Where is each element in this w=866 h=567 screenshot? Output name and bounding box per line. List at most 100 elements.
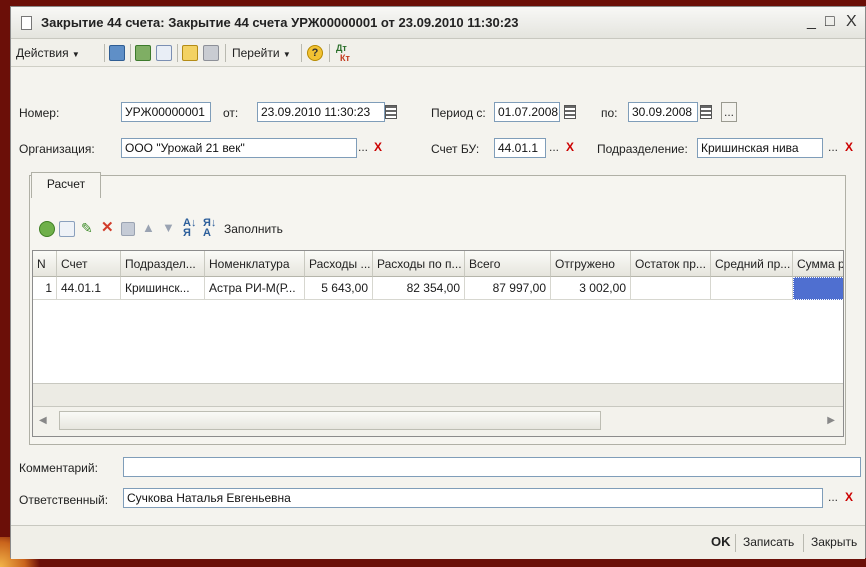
column-header-subdivision[interactable]: Подраздел... — [121, 251, 205, 277]
responsible-clear-button[interactable]: X — [841, 488, 857, 508]
close-button[interactable]: Закрыть — [811, 534, 857, 550]
column-header-account[interactable]: Счет — [57, 251, 121, 277]
goto-label: Перейти — [232, 46, 280, 60]
scroll-left-icon[interactable]: ◀ — [39, 415, 47, 426]
button-separator — [735, 534, 736, 552]
calculation-table: N Счет Подраздел... Номенклатура Расходы… — [32, 250, 844, 437]
column-header-n[interactable]: N — [33, 251, 57, 277]
period-from-field[interactable]: 01.07.2008 — [494, 102, 560, 122]
horizontal-scrollbar[interactable]: ◀ ▶ — [33, 407, 843, 436]
account-clear-button[interactable]: X — [562, 138, 578, 158]
subdivision-clear-button[interactable]: X — [841, 138, 857, 158]
actions-menu[interactable]: Действия ▼ — [16, 45, 80, 61]
cell-n[interactable]: 1 — [33, 277, 57, 300]
add-row-icon[interactable] — [39, 221, 55, 237]
save-button[interactable]: Записать — [743, 534, 794, 550]
subdivision-select-button[interactable]: ... — [825, 138, 841, 158]
column-header-remainder[interactable]: Остаток пр... — [631, 251, 711, 277]
move-down-icon[interactable]: ▼ — [162, 220, 175, 236]
delete-row-icon[interactable]: ✕ — [101, 220, 114, 236]
document-icon — [21, 16, 32, 30]
button-separator — [803, 534, 804, 552]
post-and-close-icon[interactable] — [109, 45, 125, 61]
cell-subdivision[interactable]: Кришинск... — [121, 277, 205, 300]
column-header-sum[interactable]: Сумма р... — [793, 251, 843, 277]
calendar-icon[interactable] — [564, 105, 576, 119]
cell-nomenclature[interactable]: Астра РИ-М(Р... — [205, 277, 305, 300]
fill-button[interactable]: Заполнить — [224, 221, 283, 237]
date-field[interactable]: 23.09.2010 11:30:23 — [257, 102, 385, 122]
toolbar-separator — [301, 44, 302, 62]
account-label: Счет БУ: — [431, 142, 480, 156]
chevron-down-icon: ▼ — [282, 50, 291, 59]
period-select-button[interactable]: ... — [721, 102, 737, 122]
dt-label: Дт — [336, 43, 347, 53]
calendar-icon[interactable] — [385, 105, 397, 119]
responsible-select-button[interactable]: ... — [825, 488, 841, 508]
cell-total[interactable]: 87 997,00 — [465, 277, 551, 300]
copy-row-icon[interactable] — [59, 221, 75, 237]
sort-descending-icon[interactable]: Я↓ А — [203, 218, 216, 239]
cell-account[interactable]: 44.01.1 — [57, 277, 121, 300]
close-window-button[interactable]: X — [846, 13, 857, 31]
unpost-document-icon[interactable] — [203, 45, 219, 61]
maximize-button[interactable]: □ — [825, 13, 835, 31]
account-field[interactable]: 44.01.1 — [494, 138, 546, 158]
toolbar-separator — [177, 44, 178, 62]
column-header-expenses-by[interactable]: Расходы по п... — [373, 251, 465, 277]
cell-remainder[interactable] — [631, 277, 711, 300]
cell-expenses[interactable]: 5 643,00 — [305, 277, 373, 300]
period-from-label: Период с: — [431, 106, 486, 120]
column-header-expenses[interactable]: Расходы ... — [305, 251, 373, 277]
column-header-shipped[interactable]: Отгружено — [551, 251, 631, 277]
tab-raschet[interactable]: Расчет — [31, 172, 101, 198]
post-document-icon[interactable] — [182, 45, 198, 61]
bottom-button-bar: OK Записать Закрыть — [11, 525, 865, 559]
organization-select-button[interactable]: ... — [355, 138, 371, 158]
column-header-average[interactable]: Средний пр... — [711, 251, 793, 277]
copy-document-icon[interactable] — [156, 45, 172, 61]
actions-label: Действия — [16, 46, 69, 60]
sort-ascending-icon[interactable]: А↓ Я — [183, 218, 196, 239]
toolbar-separator — [130, 44, 131, 62]
scroll-right-icon[interactable]: ▶ — [827, 415, 835, 426]
refresh-icon[interactable] — [135, 45, 151, 61]
organization-field[interactable]: ООО "Урожай 21 век" — [121, 138, 357, 158]
subdivision-field[interactable]: Кришинская нива — [697, 138, 823, 158]
dt-kt-report-icon[interactable]: Дт Кт — [336, 43, 350, 63]
cell-expenses-by[interactable]: 82 354,00 — [373, 277, 465, 300]
help-icon[interactable]: ? — [307, 45, 323, 61]
comment-label: Комментарий: — [19, 461, 98, 475]
minimize-button[interactable]: _ — [807, 13, 816, 31]
document-window: Закрытие 44 счета: Закрытие 44 счета УРЖ… — [10, 6, 866, 559]
responsible-field[interactable]: Сучкова Наталья Евгеньевна — [123, 488, 823, 508]
period-to-label: по: — [601, 106, 618, 120]
edit-row-icon[interactable]: ✎ — [81, 220, 93, 236]
account-select-button[interactable]: ... — [546, 138, 562, 158]
title-bar[interactable]: Закрытие 44 счета: Закрытие 44 счета УРЖ… — [11, 7, 865, 39]
window-title: Закрытие 44 счета: Закрытие 44 счета УРЖ… — [41, 15, 519, 30]
subdivision-label: Подразделение: — [597, 142, 688, 156]
end-edit-icon[interactable] — [121, 222, 135, 236]
chevron-down-icon: ▼ — [71, 50, 80, 59]
comment-field[interactable] — [123, 457, 861, 477]
toolbar-separator — [104, 44, 105, 62]
scrollbar-thumb[interactable] — [59, 411, 601, 430]
number-field[interactable]: УРЖ00000001 — [121, 102, 211, 122]
cell-average[interactable] — [711, 277, 793, 300]
period-to-field[interactable]: 30.09.2008 — [628, 102, 698, 122]
number-label: Номер: — [19, 106, 60, 120]
move-up-icon[interactable]: ▲ — [142, 220, 155, 236]
kt-label: Кт — [340, 53, 350, 63]
cell-shipped[interactable]: 3 002,00 — [551, 277, 631, 300]
column-header-total[interactable]: Всего — [465, 251, 551, 277]
goto-menu[interactable]: Перейти ▼ — [232, 45, 291, 61]
ok-button[interactable]: OK — [711, 534, 731, 550]
toolbar-separator — [225, 44, 226, 62]
calendar-icon[interactable] — [700, 105, 712, 119]
table-totals-row — [33, 383, 843, 407]
organization-label: Организация: — [19, 142, 95, 156]
column-header-nomenclature[interactable]: Номенклатура — [205, 251, 305, 277]
organization-clear-button[interactable]: X — [370, 138, 386, 158]
cell-sum-selected[interactable] — [793, 277, 843, 300]
